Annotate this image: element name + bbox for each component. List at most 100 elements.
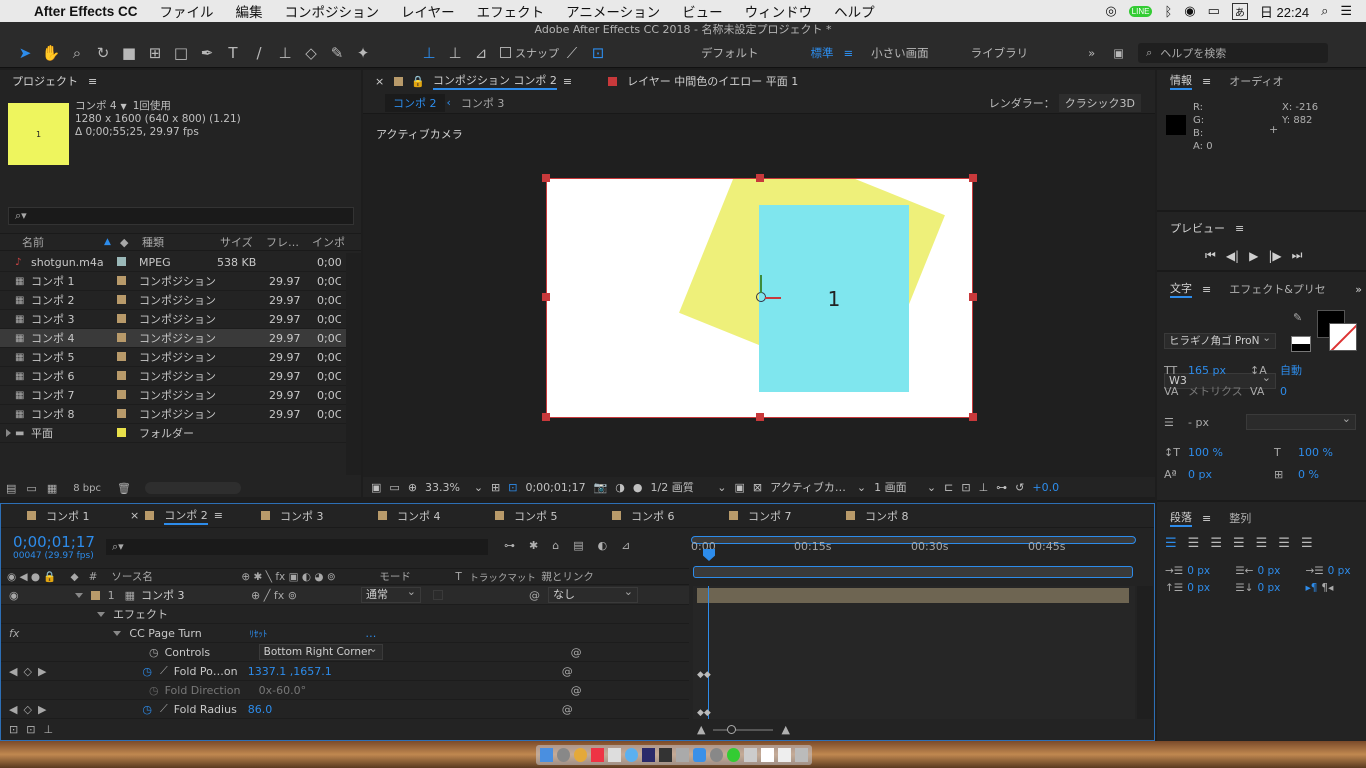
controls-dropdown[interactable]: Bottom Right Corner (258, 642, 383, 660)
menu-help[interactable]: ヘルプ (834, 1, 875, 21)
tab-info[interactable]: 情報 (1170, 72, 1192, 90)
menu-layer[interactable]: レイヤー (401, 1, 455, 21)
tracking-value[interactable]: 0 (1280, 385, 1287, 398)
stroke-style-dropdown[interactable] (1246, 412, 1356, 430)
workspace-small-screen[interactable]: 小さい画面 (871, 45, 929, 61)
timeline-v-scroll[interactable] (1137, 586, 1153, 719)
preview-menu-icon[interactable]: ≡ (1235, 222, 1244, 235)
item-label-swatch[interactable] (117, 256, 126, 266)
item-label-swatch[interactable] (117, 275, 126, 285)
col-mode[interactable]: モード (379, 569, 455, 584)
rotate-tool-icon[interactable]: ↻ (92, 42, 114, 64)
fx-icon[interactable]: fx (9, 627, 19, 640)
preserve-transparency-checkbox[interactable] (433, 590, 444, 600)
project-item-row[interactable]: ▦ コンポ 4 コンポジション 29.97 0;0C (0, 329, 346, 348)
font-family-dropdown[interactable]: ヒラギノ角ゴ ProN (1164, 331, 1276, 349)
character-menu-icon[interactable]: ≡ (1202, 283, 1211, 296)
toggle-switches-icon[interactable]: ⊡ (9, 723, 18, 736)
project-v-scroll[interactable] (346, 253, 361, 475)
pen-tool-icon[interactable]: ✒ (196, 42, 218, 64)
handle-bl[interactable] (542, 413, 550, 421)
fit-icon[interactable]: ⊞ (491, 481, 500, 494)
always-preview-icon[interactable]: ▣ (371, 481, 381, 494)
current-time-indicator[interactable] (708, 586, 709, 719)
horizontal-scale-value[interactable]: 100 % (1298, 446, 1333, 459)
kerning-value[interactable]: メトリクス (1188, 383, 1250, 399)
expression-pickwhip-icon[interactable]: @ (571, 646, 582, 659)
fold-radius-row[interactable]: ◀ ◇ ▶ ◷ ⟋ Fold Radius 86.0 @ (1, 700, 689, 719)
eyedropper-icon[interactable]: ✎ (1293, 311, 1302, 324)
timeline-timecode[interactable]: 0;00;01;17 (13, 533, 95, 551)
rectangle-tool-icon[interactable]: □ (170, 42, 192, 64)
visibility-eye-icon[interactable]: ◉ (9, 589, 19, 602)
trash-dock-icon[interactable] (795, 748, 808, 762)
draft-3d-icon[interactable]: ⊡ (961, 481, 970, 494)
first-line-indent-value[interactable]: 0 px (1328, 565, 1351, 577)
camera-tool-icon[interactable]: ■ (118, 42, 140, 64)
fold-position-value[interactable]: 1337.1 ,1657.1 (248, 665, 562, 678)
fold-radius-value[interactable]: 86.0 (248, 703, 562, 716)
stroke-color-swatch[interactable] (1329, 323, 1357, 351)
menu-window[interactable]: ウィンドウ (745, 1, 813, 21)
parent-pickwhip-icon[interactable]: @ (529, 589, 540, 602)
notes-icon[interactable] (608, 748, 621, 762)
shy-icon[interactable]: ⌂ (552, 539, 559, 552)
justify-right-icon[interactable]: ☰ (1278, 536, 1290, 551)
stroke-width-value[interactable]: - px (1188, 416, 1246, 429)
next-frame-icon[interactable]: |▶ (1268, 249, 1281, 263)
workspace-library[interactable]: ライブラリ (971, 45, 1029, 61)
project-item-row[interactable]: ▦ コンポ 5 コンポジション 29.97 0;0C (0, 348, 346, 367)
effect-row[interactable]: fx CC Page Turn ﾘｾｯﾄ … (1, 624, 689, 643)
app-store-icon[interactable] (693, 748, 706, 762)
exposure-value[interactable]: +0.0 (1032, 481, 1059, 494)
preview-app-icon[interactable] (676, 748, 689, 762)
expression-pickwhip-icon[interactable]: @ (562, 665, 573, 678)
line-dock-icon[interactable] (727, 748, 740, 762)
tsume-value[interactable]: 0 % (1298, 468, 1319, 481)
col-frame-rate[interactable]: フレ… (266, 234, 312, 250)
zoom-out-icon[interactable]: ▲ (697, 723, 705, 736)
comp-canvas[interactable]: 1 (546, 178, 973, 418)
clone-stamp-tool-icon[interactable]: ⊥ (274, 42, 296, 64)
col-parent[interactable]: 親とリンク (541, 569, 594, 584)
close-tab-icon[interactable]: × (130, 509, 139, 522)
channel-icon[interactable]: ● (633, 481, 643, 494)
project-item-row[interactable]: ♪ shotgun.m4a MPEG 538 KB 0;00 (0, 253, 346, 272)
layer-label-swatch[interactable] (90, 590, 100, 600)
world-axis-icon[interactable]: ⊥ (444, 42, 466, 64)
roi-icon[interactable]: ▣ (735, 481, 745, 494)
layout-dropdown[interactable]: 1 画面 ⌄ (874, 479, 936, 495)
tab-effects-presets[interactable]: エフェクト&プリセ (1229, 281, 1325, 297)
menu-animation[interactable]: アニメーション (566, 1, 660, 21)
add-keyframe-icon[interactable]: ◇ (23, 665, 31, 678)
time-navigator[interactable] (693, 566, 1133, 578)
toggle-modes-icon[interactable]: ⊡ (26, 723, 35, 736)
graph-editor-icon[interactable]: ⊿ (621, 539, 630, 552)
label-col-icon[interactable]: ◆ (71, 571, 79, 583)
keyframe-icon[interactable]: ◆◆ (697, 708, 711, 718)
last-frame-icon[interactable]: ⏭ (1292, 248, 1303, 263)
y-axis-handle[interactable] (760, 275, 762, 293)
timeline-tab[interactable]: × コンポ 2 ≡ (130, 507, 261, 525)
layer-row[interactable]: ◉ 1 ▦ コンポ 3 ⊕ ╱ fx ⊚ 通常 @ なし (1, 585, 689, 605)
handle-tr[interactable] (969, 174, 977, 182)
reset-exposure-icon[interactable]: ↺ (1015, 481, 1024, 494)
timeline-tab[interactable]: コンポ 3 (261, 508, 378, 524)
selection-tool-icon[interactable]: ➤ (14, 42, 36, 64)
handle-bm[interactable] (756, 413, 764, 421)
fold-direction-value[interactable]: 0x-60.0° (259, 684, 571, 697)
play-icon[interactable]: ▶ (1249, 249, 1258, 263)
layer-expand-icon[interactable] (74, 592, 83, 598)
creative-cloud-icon[interactable]: ◎ (1105, 3, 1116, 19)
project-panel-title[interactable]: プロジェクト (12, 73, 78, 89)
space-before-value[interactable]: 0 px (1187, 582, 1231, 594)
tab-align[interactable]: 整列 (1229, 510, 1251, 526)
project-item-row[interactable]: ▦ コンポ 7 コンポジション 29.97 0;0C (0, 386, 346, 405)
display-icon[interactable]: ▭ (389, 481, 399, 494)
tab-paragraph[interactable]: 段落 (1170, 509, 1192, 527)
folder-expand-icon[interactable] (6, 429, 11, 437)
track-area[interactable]: ◆◆ ◆◆ (693, 586, 1135, 719)
view-axis-icon[interactable]: ⊿ (470, 42, 492, 64)
effect-options-link[interactable]: … (365, 627, 376, 640)
battery-icon[interactable]: ▭ (1208, 3, 1220, 19)
